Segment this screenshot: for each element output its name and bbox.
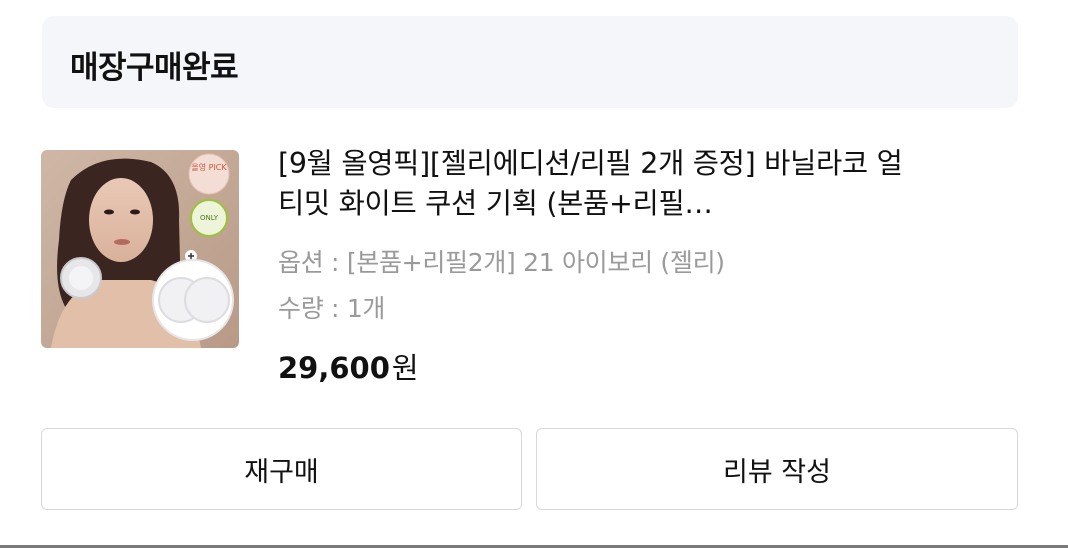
product-thumbnail[interactable]: 올영 PICK ONLY xyxy=(41,150,239,348)
product-quantity: 수량 : 1개 xyxy=(278,294,386,323)
badge-text-2: ONLY xyxy=(200,214,219,222)
price-amount: 29,600 xyxy=(278,351,390,385)
price-currency: 원 xyxy=(391,351,419,385)
product-option: 옵션 : [본품+리필2개] 21 아이보리 (젤리) xyxy=(278,248,725,277)
rebuy-button[interactable]: 재구매 xyxy=(41,428,522,510)
order-status-label: 매장구매완료 xyxy=(70,50,239,86)
product-image: 올영 PICK ONLY xyxy=(41,150,239,348)
product-price: 29,600원 xyxy=(278,345,419,387)
badge-text-1: 올영 PICK xyxy=(191,162,227,172)
order-status-bar: 매장구매완료 xyxy=(42,16,1018,108)
product-name[interactable]: [9월 올영픽][젤리에디션/리필 2개 증정] 바닐라코 얼티밋 화이트 쿠션… xyxy=(278,144,918,224)
write-review-button[interactable]: 리뷰 작성 xyxy=(536,428,1018,510)
